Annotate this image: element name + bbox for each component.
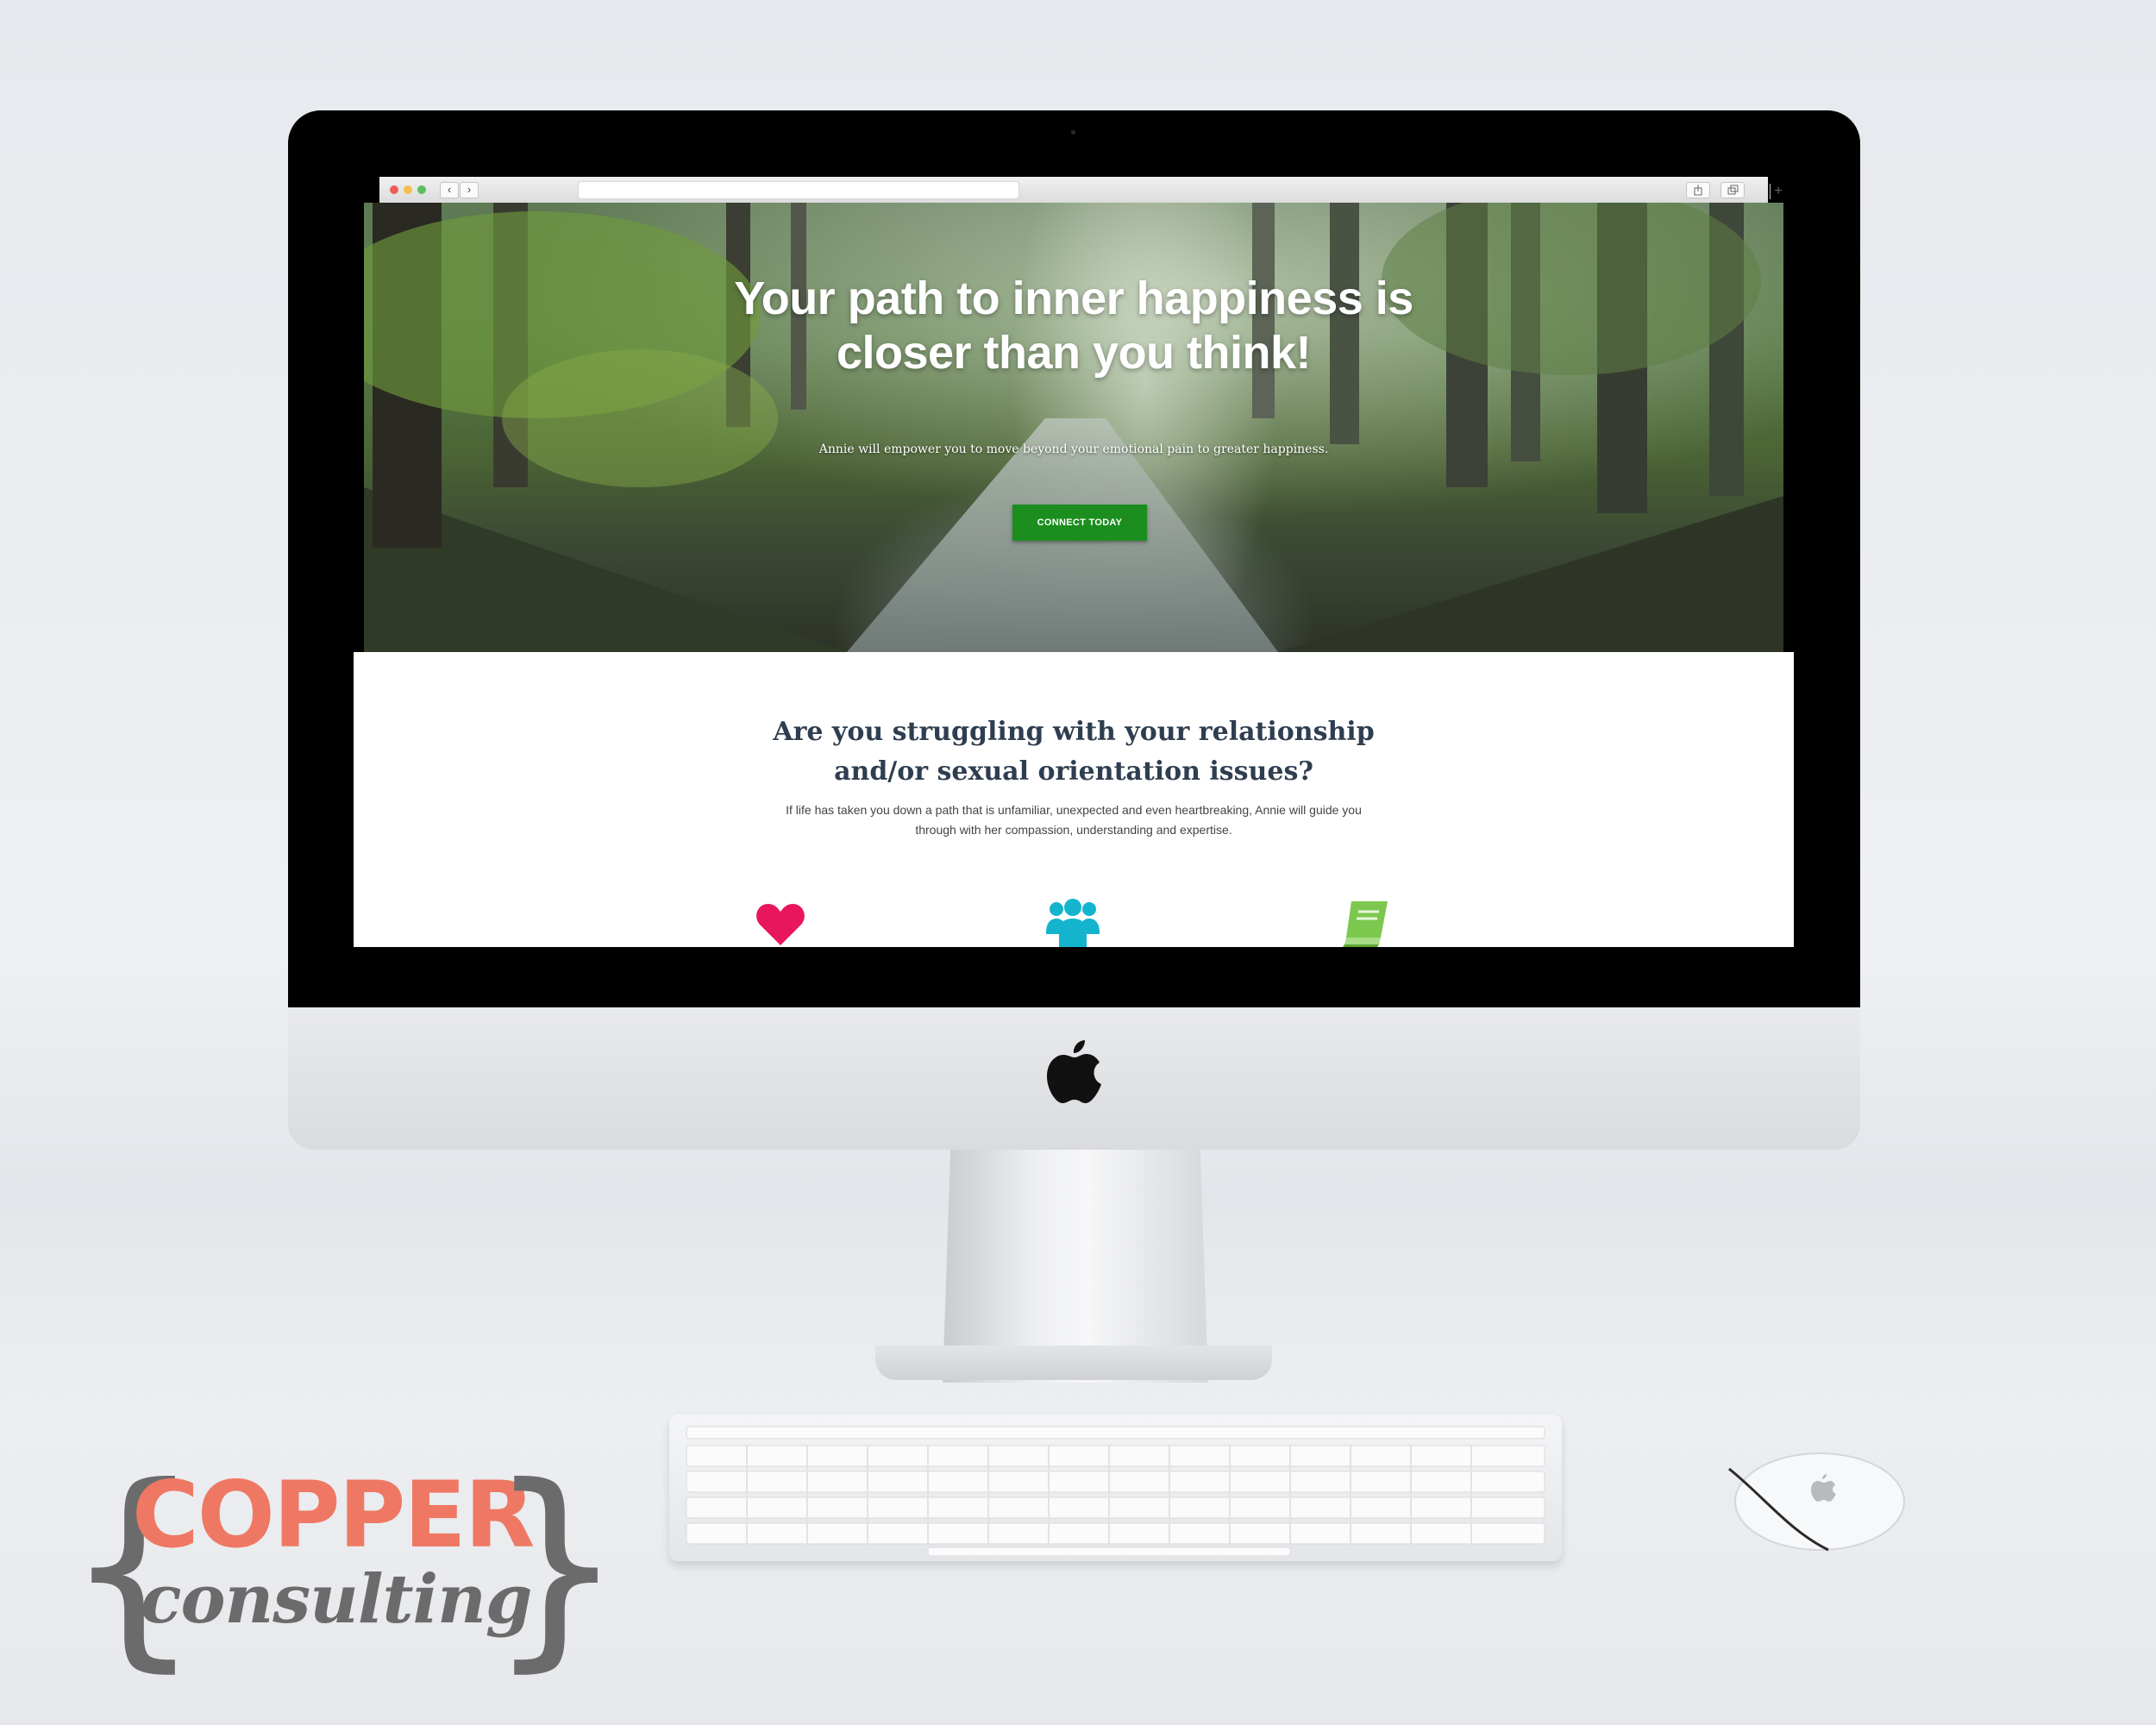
logo-word-copper: COPPER [132,1462,535,1568]
hero-subtitle: Annie will empower you to move beyond yo… [818,442,1329,456]
share-icon [1694,185,1702,196]
back-button[interactable]: ‹ [440,182,459,198]
mouse-apple-logo-icon [1811,1481,1836,1502]
share-button[interactable] [1686,182,1710,198]
book-icon [1343,901,1388,947]
camera-dot [1071,130,1075,135]
show-tabs-button[interactable] [1720,182,1745,198]
minimize-window-button[interactable] [404,185,412,194]
logo-word-consulting: consulting [141,1560,532,1639]
copper-consulting-logo: { COPPER consulting } [65,1458,624,1682]
section-title: Are you struggling with your relationshi… [773,717,1375,787]
connect-today-button[interactable]: CONNECT TODAY [1012,505,1147,541]
magic-mouse [1728,1452,1905,1552]
browser-toolbar: ‹ › + [379,177,1783,204]
section-body: If life has taken you down a path that i… [786,803,1362,837]
heart-icon [756,904,805,945]
group-icon [1046,899,1100,947]
close-window-button[interactable] [390,185,398,194]
keyboard [669,1414,1562,1561]
keyboard-keys [686,1426,1545,1557]
apple-logo-icon [1047,1040,1101,1103]
forward-button[interactable]: › [460,182,479,198]
hero-banner: Your path to inner happiness is closer t… [364,203,1783,652]
intro-section: Are you struggling with your relationshi… [354,652,1794,947]
zoom-window-button[interactable] [417,185,426,194]
mockup-scene: ‹ › + Your path to inner happiness is cl… [0,0,2156,1725]
imac-stand-base [875,1346,1272,1380]
address-bar[interactable] [578,181,1019,199]
hero-title: Your path to inner happiness is closer t… [734,273,1413,379]
imac-screen: ‹ › + Your path to inner happiness is cl… [354,177,1794,947]
logo-brace-right: } [487,1440,625,1690]
new-tab-button[interactable]: + [1770,184,1786,199]
tabs-icon [1727,185,1739,195]
forest-path-image [364,203,1783,652]
